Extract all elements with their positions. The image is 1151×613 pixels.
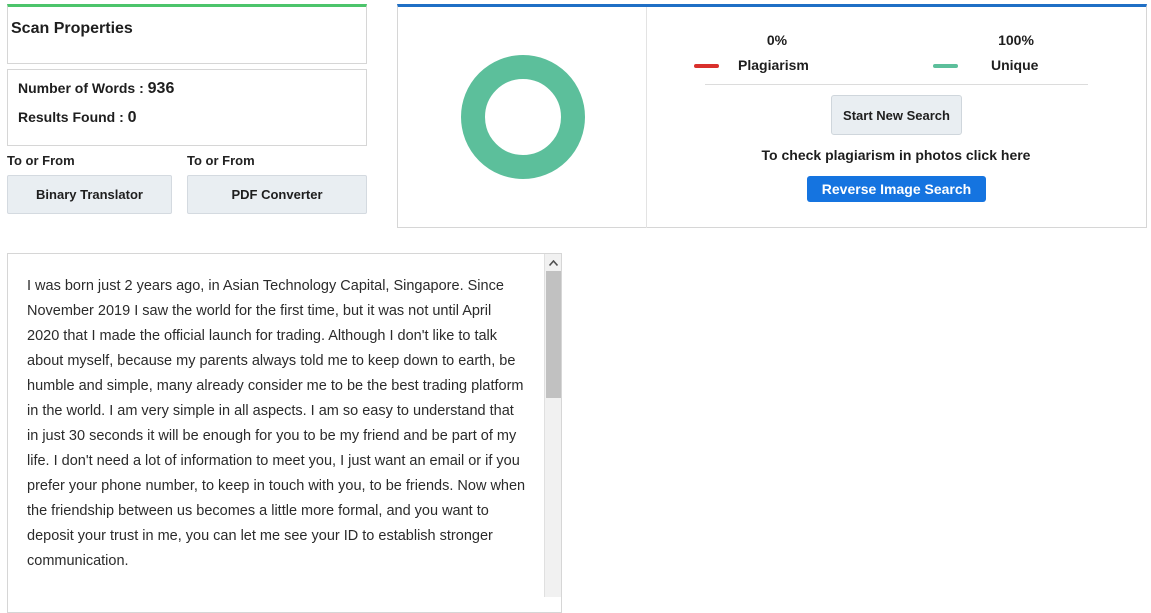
plagiarism-percent: 0% — [766, 32, 788, 48]
scan-properties-title: Scan Properties — [11, 20, 133, 37]
reverse-image-search-button[interactable]: Reverse Image Search — [807, 176, 986, 202]
results-found-value: 0 — [127, 109, 137, 126]
donut-unique-segment — [461, 55, 585, 179]
plagiarism-legend-swatch — [694, 64, 719, 68]
start-new-search-button[interactable]: Start New Search — [831, 95, 962, 135]
pdf-converter-button[interactable]: PDF Converter — [187, 175, 367, 214]
unique-legend-swatch — [933, 64, 958, 68]
word-count-label: Number of Words : — [18, 80, 148, 96]
plagiarism-donut-chart — [461, 55, 585, 179]
word-count: Number of Words : 936 — [18, 80, 174, 98]
pdf-converter-caption: To or From — [187, 153, 255, 168]
result-divider — [646, 7, 647, 228]
binary-translator-caption: To or From — [7, 153, 75, 168]
content-textarea[interactable]: I was born just 2 years ago, in Asian Te… — [7, 253, 562, 613]
results-found: Results Found : 0 — [18, 109, 137, 127]
chevron-up-icon[interactable] — [545, 254, 562, 271]
scrollbar-thumb[interactable] — [546, 271, 561, 398]
photo-check-text: To check plagiarism in photos click here — [761, 147, 1031, 163]
textarea-scrollbar[interactable] — [544, 254, 561, 597]
content-text: I was born just 2 years ago, in Asian Te… — [27, 278, 526, 569]
unique-legend-label: Unique — [991, 57, 1039, 73]
results-found-label: Results Found : — [18, 109, 128, 125]
plagiarism-legend-label: Plagiarism — [738, 57, 809, 73]
word-count-value: 936 — [147, 80, 175, 97]
scan-stats-panel: Number of Words : 936 Results Found : 0 — [7, 69, 367, 146]
legend-divider — [705, 84, 1088, 85]
binary-translator-button[interactable]: Binary Translator — [7, 175, 172, 214]
unique-percent: 100% — [998, 32, 1034, 48]
